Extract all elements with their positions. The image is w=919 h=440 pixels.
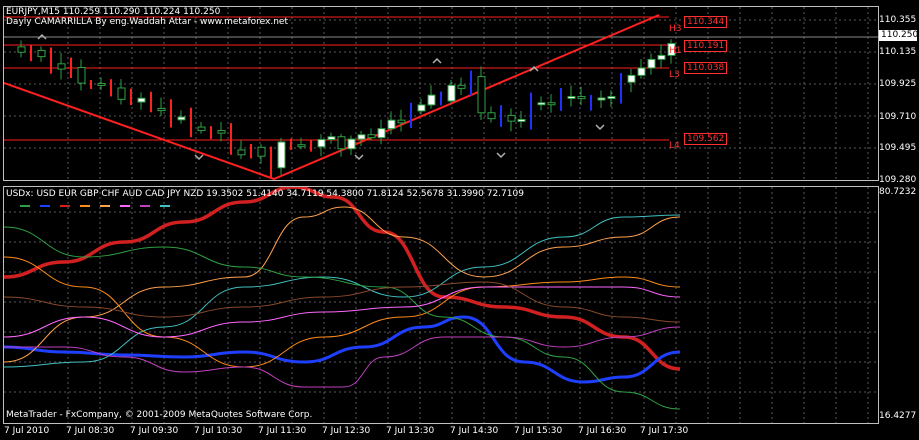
candle-body	[37, 49, 46, 58]
time-axis-label: 7 Jul 15:30	[514, 426, 563, 436]
legend-swatch	[100, 201, 110, 207]
bid-price-box: 110.250	[879, 30, 919, 41]
time-axis-label: 7 Jul 10:30	[194, 426, 243, 436]
price-chart-canvas[interactable]	[4, 7, 878, 180]
time-axis-label: 7 Jul 08:30	[66, 426, 115, 436]
fractal-down-arrow	[595, 124, 605, 131]
indicator-max-label: 80.7232	[879, 187, 917, 197]
candle-body	[177, 116, 186, 121]
candle-body	[477, 76, 486, 114]
legend-swatch	[60, 201, 70, 207]
candle-body	[77, 66, 86, 84]
candle-body	[17, 46, 26, 53]
currency-index-canvas[interactable]	[4, 187, 878, 423]
candle-body	[297, 144, 306, 148]
candle-body	[117, 87, 126, 100]
eur-line	[4, 187, 681, 371]
time-axis-label: 7 Jul 12:30	[322, 426, 371, 436]
candle-body	[197, 126, 206, 131]
candle-body	[487, 112, 496, 120]
candle-body	[627, 74, 636, 83]
level-h3-tag: H3	[669, 24, 682, 34]
legend-swatch	[140, 201, 150, 207]
candle-body	[517, 118, 526, 122]
time-axis-label: 7 Jul 2010	[4, 426, 50, 436]
candle-body	[97, 82, 106, 86]
price-axis-label: 109.280	[879, 175, 917, 185]
legend-swatch	[20, 201, 30, 207]
candle-body	[257, 146, 266, 157]
indicator-label: USDx: USD EUR GBP CHF AUD CAD JPY NZD 19…	[6, 189, 524, 199]
candle-body	[657, 54, 666, 60]
jpy-line	[4, 326, 681, 388]
candle-body	[607, 96, 616, 100]
candle-body	[567, 95, 576, 99]
cad-line	[4, 286, 681, 338]
usd-line	[4, 315, 681, 384]
candle-body	[387, 119, 396, 130]
time-axis-label: 7 Jul 09:30	[130, 426, 179, 436]
candle-body	[317, 138, 326, 148]
indicator-values: 19.3502 51.4140 34.7119 54.3800 71.8124 …	[206, 189, 524, 199]
candle-body	[327, 136, 336, 140]
indicator-pane[interactable]	[3, 186, 879, 424]
price-axis-label: 110.355	[879, 15, 917, 25]
time-axis-label: 7 Jul 11:30	[258, 426, 307, 436]
candle-body	[537, 102, 546, 106]
candle-body	[427, 94, 436, 106]
time-axis-label: 7 Jul 14:30	[450, 426, 499, 436]
candle-body	[637, 67, 646, 76]
candle-body	[447, 84, 456, 102]
aud-line	[4, 206, 681, 363]
candle-body	[647, 58, 656, 69]
candle-body	[357, 134, 366, 140]
legend-swatch	[120, 201, 130, 207]
level-h3-box: 110.344	[684, 16, 728, 28]
time-axis-label: 7 Jul 13:30	[386, 426, 435, 436]
time-axis-label: 7 Jul 17:30	[640, 426, 689, 436]
copyright-text: MetaTrader - FxCompany, © 2001-2009 Meta…	[6, 410, 313, 420]
candle-body	[507, 114, 516, 122]
legend-swatch	[40, 201, 50, 207]
level-l3-box: 110.038	[684, 62, 728, 74]
fractal-up-arrow	[432, 57, 442, 64]
candle-body	[237, 149, 246, 156]
level-l4-box: 109.562	[684, 133, 728, 145]
price-axis-label: 109.925	[879, 79, 917, 89]
candle-body	[417, 104, 426, 112]
fractal-down-arrow	[496, 152, 506, 159]
candle-body	[217, 129, 226, 134]
indicator-name: USDx: USD EUR GBP CHF AUD CAD JPY NZD	[6, 189, 204, 199]
level-h1-tag: H1	[669, 46, 682, 56]
candle-body	[577, 95, 586, 100]
nzd-line	[4, 214, 681, 368]
price-axis-label: 110.135	[879, 47, 917, 57]
candle-body	[157, 108, 166, 112]
legend-swatch	[80, 201, 90, 207]
level-h1-box: 110.191	[684, 40, 728, 52]
candle-body	[547, 102, 556, 106]
candle-body	[347, 138, 356, 150]
level-l3-tag: L3	[669, 70, 680, 80]
price-chart-pane[interactable]	[3, 6, 879, 181]
candle-body	[367, 134, 376, 139]
price-axis-label: 109.710	[879, 112, 917, 122]
candle-body	[337, 136, 346, 150]
indicator-title: Dayly CAMARRILLA By eng.Waddah Attar - w…	[6, 17, 288, 27]
symbol-info: EURJPY,M15 110.259 110.290 110.224 110.2…	[6, 7, 221, 17]
time-axis-label: 7 Jul 16:30	[578, 426, 627, 436]
candle-body	[57, 63, 66, 70]
indicator-min-label: 16.4277	[879, 411, 917, 421]
candle-body	[137, 97, 146, 103]
candle-body	[457, 84, 466, 89]
candle-body	[377, 128, 386, 139]
candle-body	[597, 97, 606, 101]
candle-body	[277, 141, 286, 169]
candle-body	[397, 119, 406, 124]
level-l4-tag: L4	[669, 141, 680, 151]
legend-swatch	[160, 201, 170, 207]
price-axis-label: 109.495	[879, 143, 917, 153]
